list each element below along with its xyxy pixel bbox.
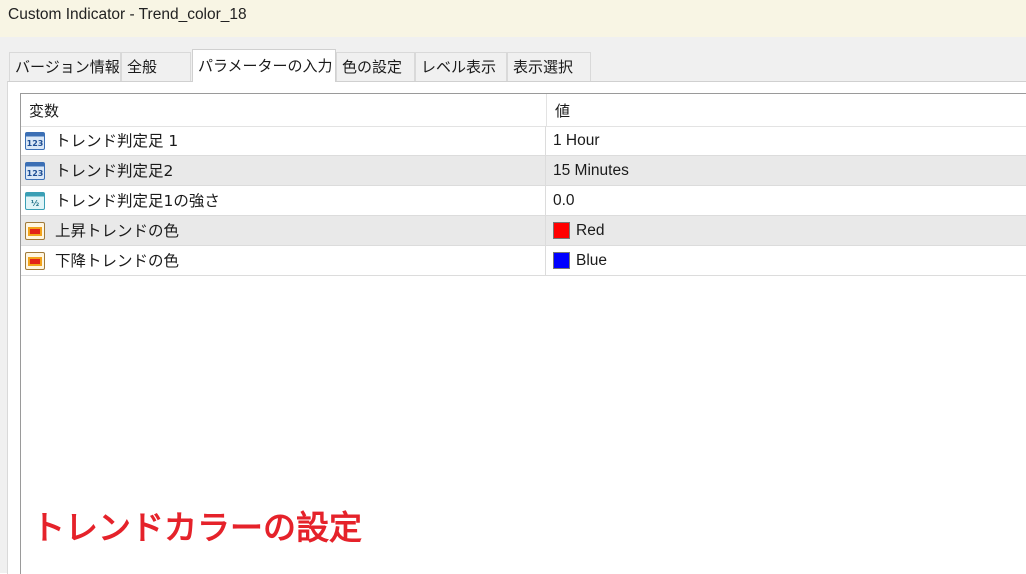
tab-levels[interactable]: レベル表示 [415,52,507,82]
color-swatch[interactable] [553,222,570,239]
row-value[interactable]: 0.0 [553,186,575,216]
row-value-cell[interactable]: 15 Minutes [547,156,1026,185]
list-header: 変数 値 [21,94,1026,127]
row-value-cell[interactable]: Red [547,216,1026,245]
table-row[interactable]: 下降トレンドの色 Blue [21,246,1026,276]
double-icon: ½ [25,192,45,210]
tab-visualization[interactable]: 表示選択 [507,52,591,82]
table-row[interactable]: 123 トレンド判定足2 15 Minutes [21,156,1026,186]
tab-parameters[interactable]: パラメーターの入力 [192,49,336,82]
row-label: 上昇トレンドの色 [55,222,180,240]
row-name-cell[interactable]: ½ トレンド判定足1の強さ [21,186,546,215]
color-icon [25,222,45,240]
column-header-variable[interactable]: 変数 [21,94,546,126]
row-value-cell[interactable]: 1 Hour [547,126,1026,155]
row-label: トレンド判定足2 [55,162,174,180]
row-value[interactable]: 15 Minutes [553,156,629,186]
row-name-cell[interactable]: 下降トレンドの色 [21,246,546,275]
annotation-caption: トレンドカラーの設定 [32,508,362,547]
row-label: トレンド判定足1の強さ [55,192,220,210]
row-value[interactable]: Blue [576,246,607,276]
row-label: 下降トレンドの色 [55,252,180,270]
color-icon [25,252,45,270]
row-name-cell[interactable]: 上昇トレンドの色 [21,216,546,245]
row-value-cell[interactable]: Blue [547,246,1026,275]
integer-icon: 123 [25,132,45,150]
window-title: Custom Indicator - Trend_color_18 [8,6,247,23]
row-value[interactable]: 1 Hour [553,126,600,156]
tab-version-info[interactable]: バージョン情報 [9,52,121,82]
tab-colors[interactable]: 色の設定 [336,52,415,82]
tab-general[interactable]: 全般 [121,52,191,82]
svg-text:123: 123 [27,169,44,178]
row-name-cell[interactable]: 123 トレンド判定足 1 [21,126,546,155]
row-value[interactable]: Red [576,216,604,246]
svg-text:123: 123 [27,139,44,148]
row-name-cell[interactable]: 123 トレンド判定足2 [21,156,546,185]
table-row[interactable]: 123 トレンド判定足 1 1 Hour [21,126,1026,156]
color-swatch[interactable] [553,252,570,269]
column-header-value[interactable]: 値 [547,94,1026,126]
svg-text:½: ½ [31,198,39,208]
row-label: トレンド判定足 1 [55,132,179,150]
row-value-cell[interactable]: 0.0 [547,186,1026,215]
table-row[interactable]: 上昇トレンドの色 Red [21,216,1026,246]
title-bar: Custom Indicator - Trend_color_18 [0,0,1026,37]
integer-icon: 123 [25,162,45,180]
table-row[interactable]: ½ トレンド判定足1の強さ 0.0 [21,186,1026,216]
